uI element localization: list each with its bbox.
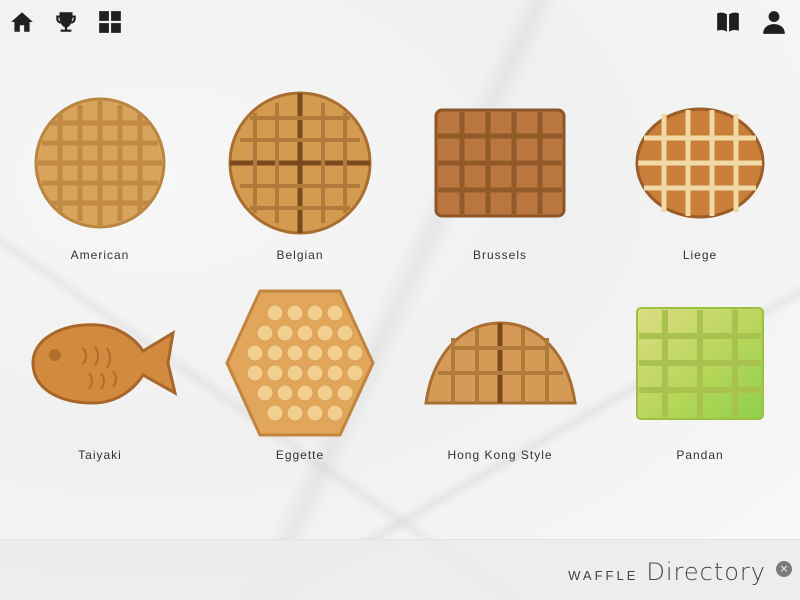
- brand-logo: WAFFLE Directory: [568, 558, 766, 586]
- waffle-tile-eggette[interactable]: Eggette: [200, 288, 400, 462]
- taiyaki-waffle-image: [20, 288, 180, 438]
- close-button[interactable]: ×: [776, 561, 792, 577]
- pandan-waffle-image: [620, 288, 780, 438]
- liege-waffle-image: [620, 88, 780, 238]
- waffle-tile-taiyaki[interactable]: Taiyaki: [0, 288, 200, 462]
- waffle-tile-pandan[interactable]: Pandan: [600, 288, 800, 462]
- waffle-label: Belgian: [276, 248, 324, 262]
- eggette-waffle-image: [220, 288, 380, 438]
- top-toolbar-right: [714, 8, 788, 36]
- brand-small-text: WAFFLE: [568, 568, 639, 583]
- waffle-label: Pandan: [676, 448, 724, 462]
- home-icon[interactable]: [8, 8, 36, 36]
- grid-icon[interactable]: [96, 8, 124, 36]
- belgian-waffle-image: [220, 88, 380, 238]
- top-toolbar-left: [8, 8, 124, 36]
- waffle-label: Taiyaki: [78, 448, 122, 462]
- waffle-tile-liege[interactable]: Liege: [600, 88, 800, 262]
- waffle-tile-hong-kong-style[interactable]: Hong Kong Style: [400, 288, 600, 462]
- waffle-label: Eggette: [275, 448, 325, 462]
- brand-big-text: Directory: [646, 558, 766, 586]
- american-waffle-image: [20, 88, 180, 238]
- waffle-label: Hong Kong Style: [447, 448, 553, 462]
- waffle-tile-american[interactable]: American: [0, 88, 200, 262]
- waffle-tile-belgian[interactable]: Belgian: [200, 88, 400, 262]
- waffle-label: Liege: [682, 248, 718, 262]
- trophy-icon[interactable]: [52, 8, 80, 36]
- footer-bar: WAFFLE Directory ×: [0, 539, 800, 600]
- waffle-label: Brussels: [472, 248, 527, 262]
- hong-kong-style-waffle-image: [420, 288, 580, 438]
- waffle-label: American: [70, 248, 130, 262]
- brussels-waffle-image: [420, 88, 580, 238]
- user-icon[interactable]: [760, 8, 788, 36]
- waffle-tile-brussels[interactable]: Brussels: [400, 88, 600, 262]
- book-icon[interactable]: [714, 8, 742, 36]
